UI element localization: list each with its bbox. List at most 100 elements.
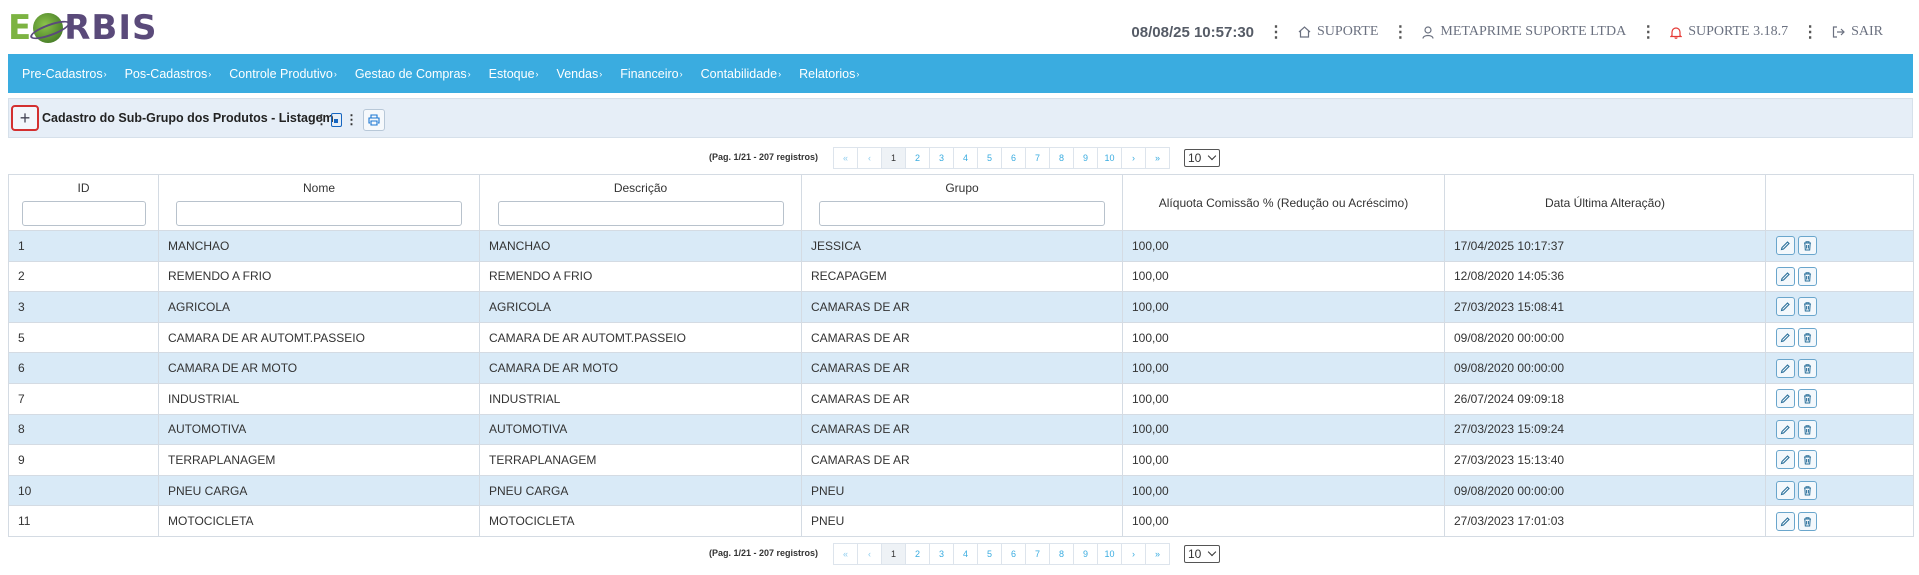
column-header-actions: [1765, 174, 1914, 231]
last-page-button[interactable]: »: [1145, 543, 1170, 565]
table-row[interactable]: 10 PNEU CARGA PNEU CARGA PNEU 100,00 09/08/20…: [8, 474, 1914, 507]
edit-button[interactable]: [1776, 328, 1795, 348]
cell-grupo: PNEU: [801, 505, 1123, 537]
table-row[interactable]: 2 REMENDO A FRIO REMENDO A FRIO RECAPAGEM 10…: [8, 260, 1914, 293]
delete-button[interactable]: [1798, 389, 1817, 409]
page-link-4[interactable]: 4: [953, 543, 978, 565]
page-link-6[interactable]: 6: [1001, 543, 1026, 565]
print-button[interactable]: [363, 109, 385, 131]
table-row[interactable]: 9 TERRAPLANAGEM TERRAPLANAGEM CAMARAS DE AR…: [8, 444, 1914, 476]
pdf-icon[interactable]: [331, 113, 342, 127]
page-link-9[interactable]: 9: [1073, 543, 1098, 565]
nav-item-relatorios[interactable]: Relatorios: [799, 67, 859, 81]
cell-aliquota: 100,00: [1122, 474, 1445, 507]
page-link-2[interactable]: 2: [905, 543, 930, 565]
user-menu[interactable]: METAPRIME SUPORTE LTDA: [1422, 24, 1626, 40]
delete-button[interactable]: [1798, 328, 1817, 348]
nav-item-vendas[interactable]: Vendas: [557, 67, 603, 81]
cell-aliquota: 100,00: [1122, 444, 1445, 476]
nome-filter-input[interactable]: [176, 201, 462, 226]
next-page-button[interactable]: ›: [1121, 147, 1146, 169]
edit-button[interactable]: [1776, 266, 1795, 286]
grupo-filter-input[interactable]: [819, 201, 1105, 226]
table-row[interactable]: 5 CAMARA DE AR AUTOMT.PASSEIO CAMARA DE AR…: [8, 321, 1914, 354]
page-link-3[interactable]: 3: [929, 543, 954, 565]
cell-grupo: CAMARAS DE AR: [801, 321, 1123, 354]
page-link-1[interactable]: 1: [881, 543, 906, 565]
id-filter-input[interactable]: [21, 201, 146, 226]
cell-aliquota: 100,00: [1122, 230, 1445, 262]
column-label: ID: [77, 181, 90, 195]
next-page-button[interactable]: ›: [1121, 543, 1146, 565]
nav-item-gestao-de-compras[interactable]: Gestao de Compras: [355, 67, 471, 81]
delete-button[interactable]: [1798, 236, 1817, 256]
delete-button[interactable]: [1798, 297, 1817, 317]
first-page-button[interactable]: «: [833, 147, 858, 169]
page-link-5[interactable]: 5: [977, 147, 1002, 169]
logout-link[interactable]: SAIR: [1832, 24, 1883, 40]
cell-grupo: CAMARAS DE AR: [801, 444, 1123, 476]
cell-id: 5: [8, 321, 159, 354]
nav-item-pos-cadastros[interactable]: Pos-Cadastros: [125, 67, 212, 81]
cell-nome: CAMARA DE AR AUTOMT.PASSEIO: [158, 321, 480, 354]
edit-icon: [1780, 272, 1790, 282]
descricao-filter-input[interactable]: [497, 201, 784, 226]
prev-page-button[interactable]: ‹: [857, 543, 882, 565]
edit-button[interactable]: [1776, 236, 1795, 256]
page-link-10[interactable]: 10: [1097, 543, 1122, 565]
nav-item-controle-produtivo[interactable]: Controle Produtivo: [229, 67, 337, 81]
edit-button[interactable]: [1776, 481, 1795, 501]
page-link-6[interactable]: 6: [1001, 147, 1026, 169]
page-link-7[interactable]: 7: [1025, 543, 1050, 565]
page-link-5[interactable]: 5: [977, 543, 1002, 565]
last-page-button[interactable]: »: [1145, 147, 1170, 169]
edit-button[interactable]: [1776, 511, 1795, 531]
page-size-select[interactable]: 10: [1184, 545, 1220, 563]
orbis-logo[interactable]: E RBIS: [8, 8, 157, 48]
table-row[interactable]: 6 CAMARA DE AR MOTO CAMARA DE AR MOTO CAMAR…: [8, 352, 1914, 384]
delete-button[interactable]: [1798, 358, 1817, 378]
home-link[interactable]: SUPORTE: [1298, 24, 1378, 40]
page-link-8[interactable]: 8: [1049, 147, 1074, 169]
page-size-value: 10: [1188, 151, 1202, 165]
nav-item-financeiro[interactable]: Financeiro: [620, 67, 682, 81]
page-link-4[interactable]: 4: [953, 147, 978, 169]
page-link-3[interactable]: 3: [929, 147, 954, 169]
table-row[interactable]: 11 MOTOCICLETA MOTOCICLETA PNEU 100,00 27/03/…: [8, 505, 1914, 537]
add-button[interactable]: +: [11, 105, 39, 131]
edit-button[interactable]: [1776, 419, 1795, 439]
table-row[interactable]: 7 INDUSTRIAL INDUSTRIAL CAMARAS DE AR 100,00…: [8, 382, 1914, 415]
delete-button[interactable]: [1798, 266, 1817, 286]
delete-button[interactable]: [1798, 481, 1817, 501]
edit-button[interactable]: [1776, 450, 1795, 470]
delete-button[interactable]: [1798, 511, 1817, 531]
trash-icon: [1804, 363, 1811, 374]
delete-button[interactable]: [1798, 450, 1817, 470]
nav-item-contabilidade[interactable]: Contabilidade: [701, 67, 781, 81]
table-row[interactable]: 8 AUTOMOTIVA AUTOMOTIVA CAMARAS DE AR 100,00…: [8, 413, 1914, 446]
edit-button[interactable]: [1776, 358, 1795, 378]
page-link-8[interactable]: 8: [1049, 543, 1074, 565]
page-link-9[interactable]: 9: [1073, 147, 1098, 169]
delete-button[interactable]: [1798, 419, 1817, 439]
page-size-select[interactable]: 10: [1184, 149, 1220, 167]
page-link-7[interactable]: 7: [1025, 147, 1050, 169]
page-title: Cadastro do Sub-Grupo dos Produtos - Lis…: [42, 111, 334, 125]
nav-item-estoque[interactable]: Estoque: [489, 67, 539, 81]
edit-button[interactable]: [1776, 297, 1795, 317]
table-row[interactable]: 3 AGRICOLA AGRICOLA CAMARAS DE AR 100,00 27/0…: [8, 291, 1914, 323]
prev-page-button[interactable]: ‹: [857, 147, 882, 169]
nav-item-pre-cadastros[interactable]: Pre-Cadastros: [22, 67, 107, 81]
edit-icon: [1780, 486, 1790, 496]
page-link-2[interactable]: 2: [905, 147, 930, 169]
chevron-down-icon: [1207, 151, 1217, 161]
page-link-10[interactable]: 10: [1097, 147, 1122, 169]
trash-icon: [1804, 394, 1811, 404]
page-link-1[interactable]: 1: [881, 147, 906, 169]
cell-grupo: CAMARAS DE AR: [801, 352, 1123, 384]
notifications-menu[interactable]: SUPORTE 3.18.7: [1670, 24, 1788, 40]
cell-id: 7: [8, 382, 159, 415]
first-page-button[interactable]: «: [833, 543, 858, 565]
table-row[interactable]: 1 MANCHAO MANCHAO JESSICA 100,00 17/04/2025 1…: [8, 230, 1914, 262]
edit-button[interactable]: [1776, 389, 1795, 409]
